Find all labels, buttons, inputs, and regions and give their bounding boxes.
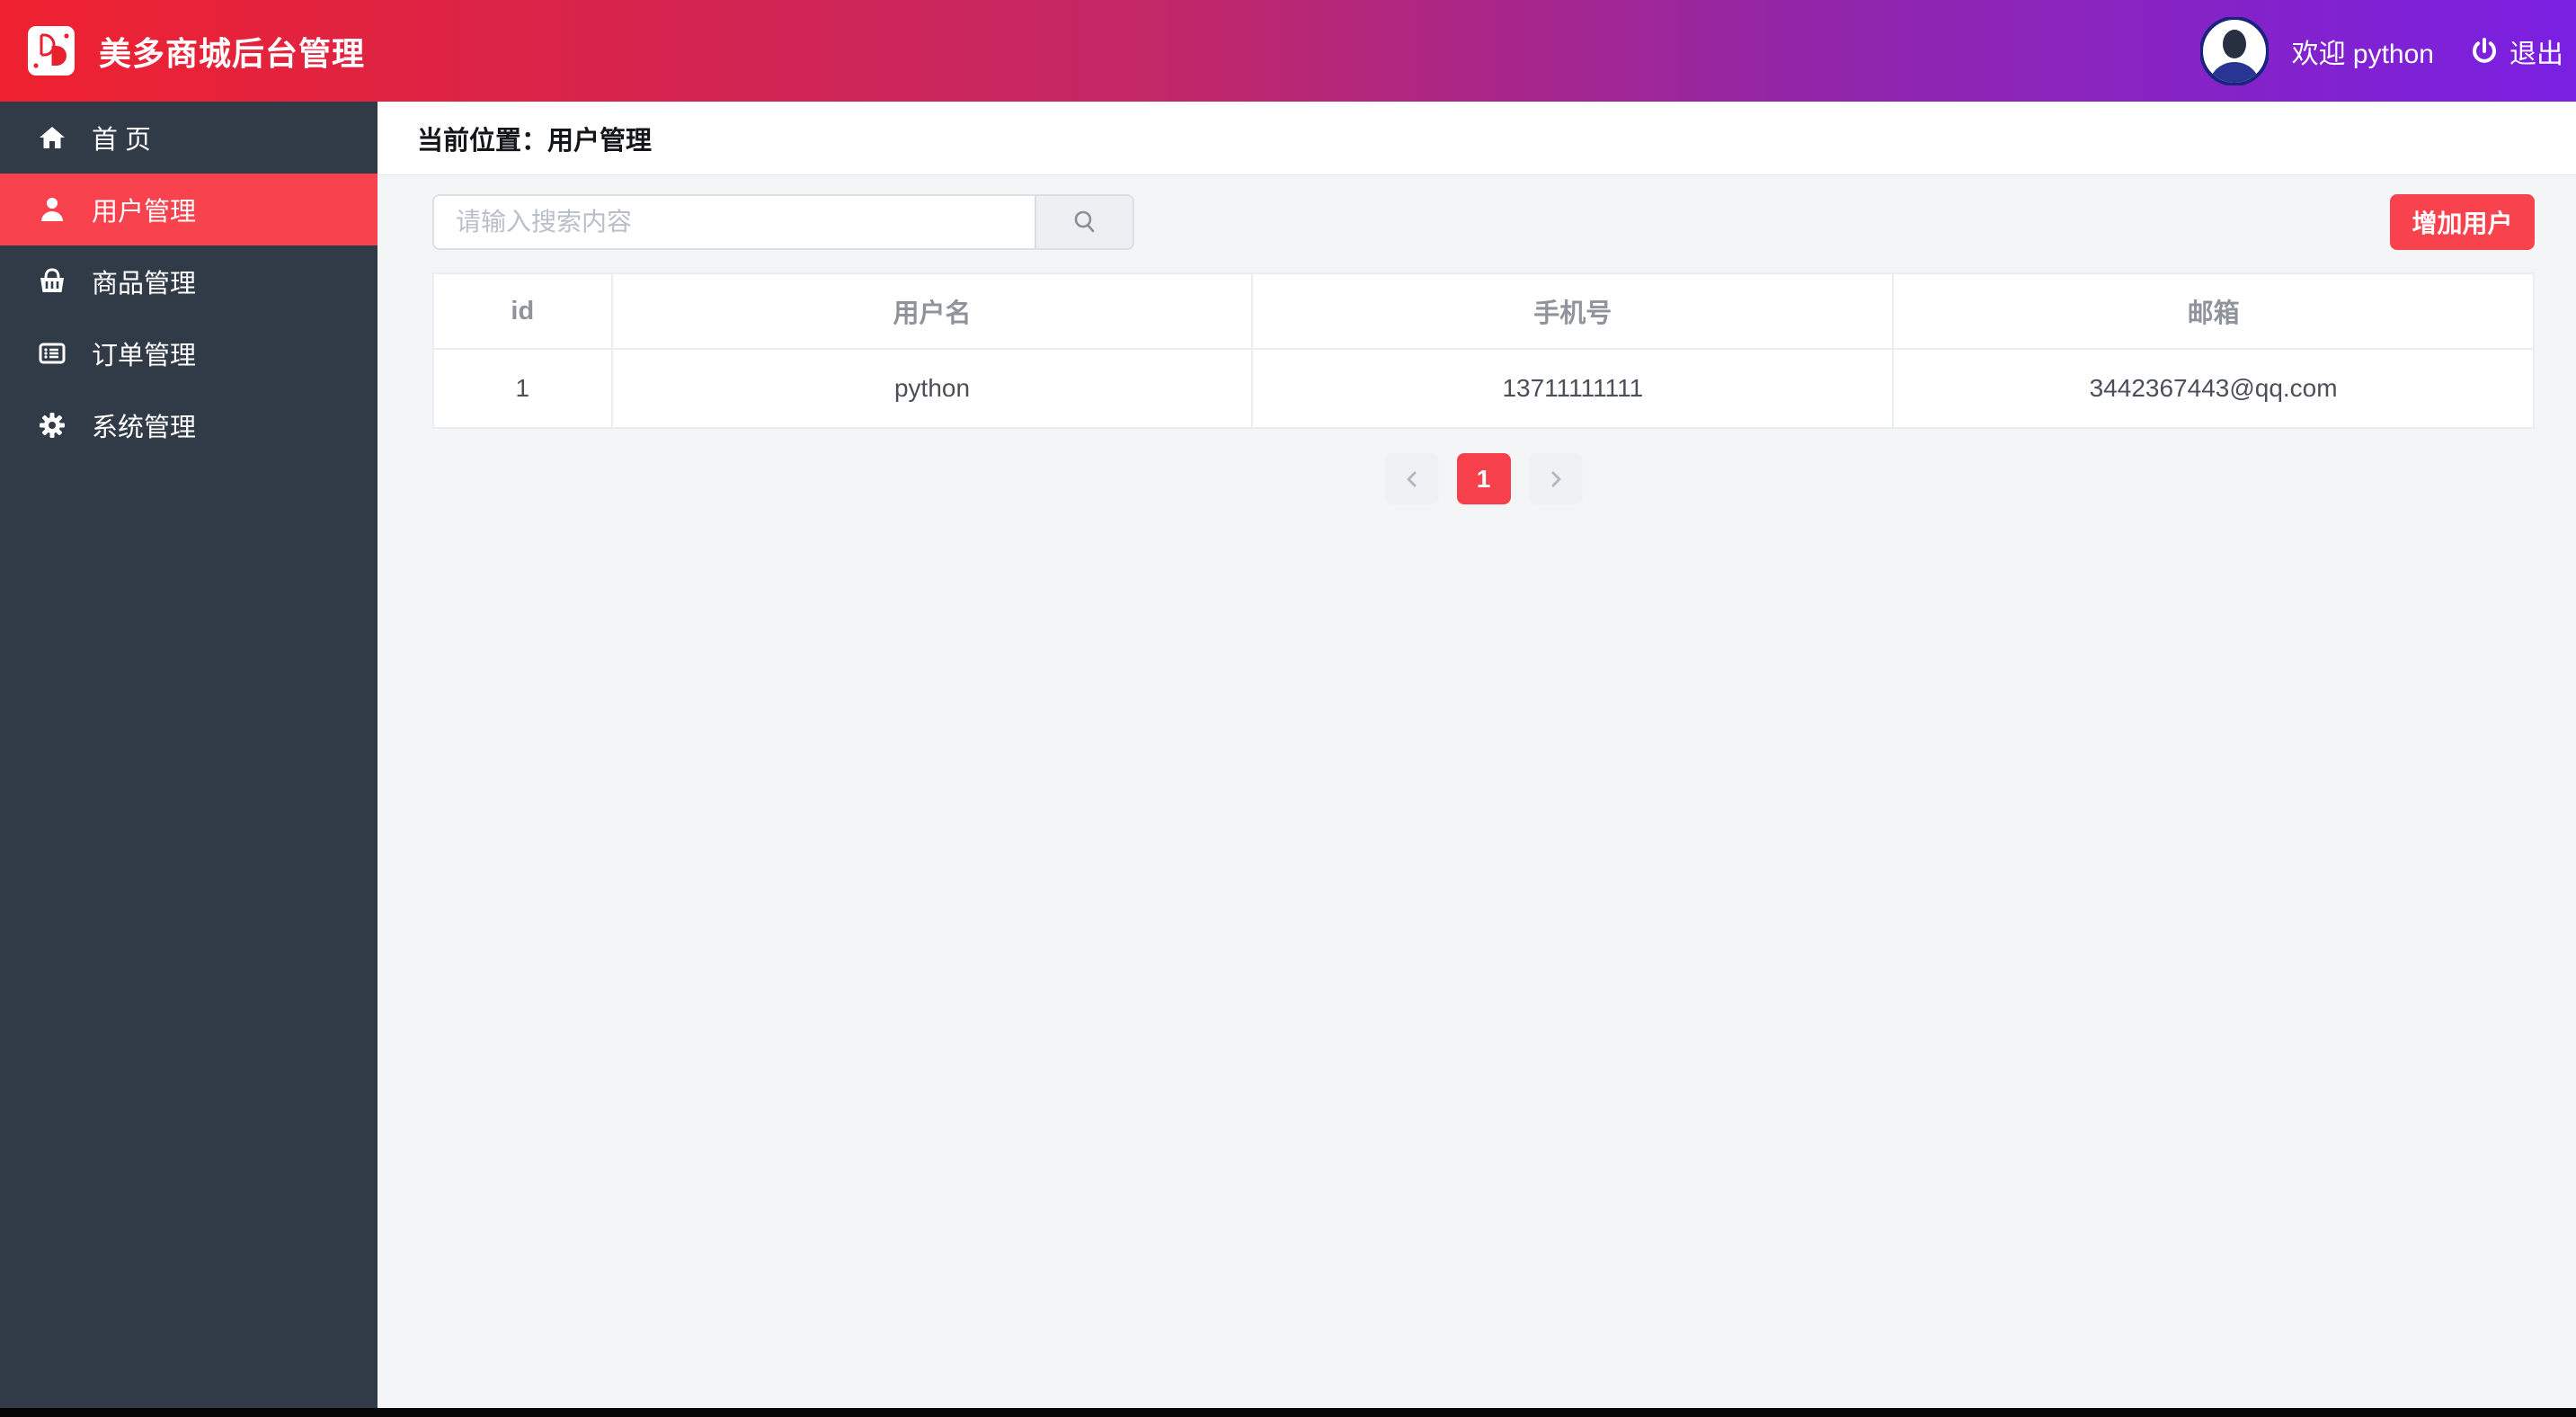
power-icon [2470,37,2499,66]
app-title: 美多商城后台管理 [99,34,366,72]
sidebar-item-orders[interactable]: 订单管理 [0,317,378,389]
cell-id: 1 [432,348,613,429]
basket-icon [38,267,67,296]
pagination: 1 [432,453,2535,504]
sidebar-item-label: 首 页 [92,126,152,155]
add-user-button[interactable]: 增加用户 [2390,194,2535,250]
chevron-right-icon [1545,468,1567,490]
main-column: 当前位置： 用户管理 请输入搜索内容 增加用户 id 用户名 手机号 邮箱 1 … [378,102,2576,1417]
column-header-username: 用户名 [610,272,1254,350]
column-header-mobile: 手机号 [1251,272,1895,350]
user-area: 欢迎 python 退出 [2199,16,2563,85]
sidebar-item-users[interactable]: 用户管理 [0,174,378,245]
sidebar: 首 页 用户管理 商品管理 订单管理 系统管理 [0,102,378,1417]
search-icon [1070,208,1099,236]
chevron-left-icon [1401,468,1423,490]
breadcrumb-prefix: 当前位置： [417,126,548,156]
shell: 首 页 用户管理 商品管理 订单管理 系统管理 当前位置： 用户管理 请输入搜索… [0,102,2576,1417]
order-list-icon [38,339,67,368]
avatar[interactable] [2199,16,2269,85]
welcome-text: 欢迎 python [2291,39,2434,69]
table-header-row: id 用户名 手机号 邮箱 [432,272,2535,350]
logout-label: 退出 [2509,39,2563,69]
content-area: 增加用户 id 用户名 手机号 邮箱 [378,175,2576,1417]
sidebar-item-label: 用户管理 [92,198,197,227]
next-page-button[interactable] [1528,453,1583,504]
user-icon [38,195,67,224]
sidebar-item-label: 商品管理 [92,270,197,299]
table-row: 1 python 13711111111 3442367443@qq.com [432,348,2535,429]
sidebar-item-home[interactable]: 首 页 [0,102,378,174]
home-icon [38,123,67,152]
search-input[interactable] [432,194,1035,250]
cell-email: 3442367443@qq.com [1892,348,2535,429]
sidebar-item-label: 系统管理 [92,414,197,442]
cell-username: python [610,348,1254,429]
topbar: 美多商城后台管理 欢迎 python 退出 [0,0,2576,102]
cell-mobile: 13711111111 [1251,348,1895,429]
prev-page-button[interactable] [1384,453,1439,504]
search-group [432,194,1134,250]
sidebar-item-products[interactable]: 商品管理 [0,245,378,317]
column-header-email: 邮箱 [1892,272,2535,350]
users-table: id 用户名 手机号 邮箱 1 python 13711111111 34423… [432,272,2535,429]
logout-button[interactable]: 退出 [2470,31,2563,71]
search-button[interactable] [1035,194,1134,250]
bottom-bar [0,1408,2576,1417]
toolbar: 增加用户 [432,194,2535,250]
app-root: 美多商城后台管理 欢迎 python 退出 首 页 用户管理 商品管理 订单管理… [0,0,2576,1417]
meiduo-logo-icon [27,25,76,76]
column-header-id: id [432,272,613,350]
brand[interactable]: 美多商城后台管理 [27,25,365,76]
gear-icon [38,411,67,440]
breadcrumb: 当前位置： 用户管理 [378,102,2576,175]
page-button-1[interactable]: 1 [1456,453,1511,504]
sidebar-item-label: 订单管理 [92,342,197,370]
sidebar-item-system[interactable]: 系统管理 [0,389,378,461]
breadcrumb-current: 用户管理 [547,126,653,156]
